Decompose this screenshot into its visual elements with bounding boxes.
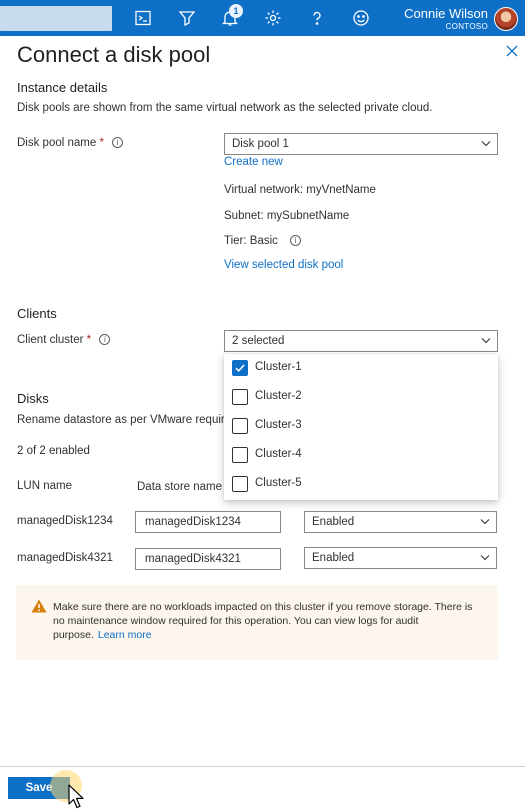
menu-item-label: Cluster-3 bbox=[255, 419, 302, 431]
checkbox[interactable] bbox=[232, 418, 248, 434]
settings-icon[interactable] bbox=[263, 8, 283, 28]
disk-pool-dropdown[interactable]: Disk pool 1 bbox=[224, 133, 498, 155]
client-cluster-selected-value: 2 selected bbox=[232, 335, 285, 347]
checkbox-checked[interactable] bbox=[232, 360, 248, 376]
menu-item-cluster-2[interactable]: Cluster-2 bbox=[224, 383, 498, 412]
help-icon[interactable] bbox=[307, 8, 327, 28]
page-title: Connect a disk pool bbox=[17, 42, 211, 67]
column-header-data-store-name: Data store name bbox=[137, 481, 223, 493]
chevron-down-icon bbox=[480, 555, 490, 561]
required-mark: * bbox=[86, 334, 92, 346]
column-header-lun-name: LUN name bbox=[17, 480, 72, 492]
disk-pool-name-label-text: Disk pool name bbox=[17, 137, 97, 149]
close-icon[interactable] bbox=[505, 44, 519, 58]
info-icon[interactable]: i bbox=[99, 334, 111, 346]
lun-name-cell: managedDisk1234 bbox=[17, 515, 113, 527]
info-icon[interactable]: i bbox=[112, 137, 124, 149]
menu-item-cluster-1[interactable]: Cluster-1 bbox=[224, 354, 498, 383]
menu-item-cluster-5[interactable]: Cluster-5 bbox=[224, 470, 498, 499]
menu-item-label: Cluster-4 bbox=[255, 448, 302, 460]
avatar[interactable] bbox=[494, 7, 518, 31]
instance-details-heading: Instance details bbox=[17, 80, 108, 95]
warning-message-bar: Make sure there are no workloads impacte… bbox=[16, 585, 498, 660]
menu-item-cluster-3[interactable]: Cluster-3 bbox=[224, 412, 498, 441]
tier-info-icon[interactable]: i bbox=[290, 235, 302, 247]
disks-description: Rename datastore as per VMware requir bbox=[17, 414, 225, 426]
datastore-name-input[interactable]: managedDisk1234 bbox=[135, 511, 281, 533]
top-navigation-bar: 1 Connie Wilson CONTOSO bbox=[0, 0, 525, 36]
instance-description: Disk pools are shown from the same virtu… bbox=[17, 102, 433, 114]
client-cluster-menu: Cluster-1 Cluster-2 Cluster-3 Cluster-4 … bbox=[224, 354, 498, 500]
directory-filter-icon[interactable] bbox=[177, 8, 197, 28]
checkbox[interactable] bbox=[232, 447, 248, 463]
view-selected-disk-pool-link[interactable]: View selected disk pool bbox=[224, 259, 343, 271]
status-selected-value: Enabled bbox=[312, 552, 355, 564]
chevron-down-icon bbox=[481, 338, 491, 344]
menu-item-cluster-4[interactable]: Cluster-4 bbox=[224, 441, 498, 470]
search-input[interactable] bbox=[0, 6, 112, 31]
tier-value: Tier: Basic bbox=[224, 235, 278, 247]
warning-text: Make sure there are no workloads impacte… bbox=[53, 600, 473, 642]
tier-text: Tier: Basic i bbox=[224, 235, 302, 247]
client-cluster-dropdown[interactable]: 2 selected bbox=[224, 330, 498, 352]
menu-item-label: Cluster-1 bbox=[255, 361, 302, 373]
status-dropdown[interactable]: Enabled bbox=[304, 547, 497, 569]
client-cluster-label-text: Client cluster bbox=[17, 334, 84, 346]
feedback-icon[interactable] bbox=[351, 8, 371, 28]
create-new-link[interactable]: Create new bbox=[224, 156, 283, 168]
disk-pool-selected-value: Disk pool 1 bbox=[232, 138, 289, 150]
required-mark: * bbox=[99, 137, 104, 149]
user-name[interactable]: Connie Wilson bbox=[404, 6, 488, 21]
disk-pool-name-label: Disk pool name * i bbox=[17, 137, 124, 149]
lun-name-cell: managedDisk4321 bbox=[17, 552, 113, 564]
disks-heading: Disks bbox=[17, 391, 49, 406]
learn-more-link[interactable]: Learn more bbox=[98, 629, 152, 641]
datastore-name-input[interactable]: managedDisk4321 bbox=[135, 548, 281, 570]
menu-item-label: Cluster-5 bbox=[255, 477, 302, 489]
cloud-shell-icon[interactable] bbox=[133, 8, 153, 28]
tenant-name: CONTOSO bbox=[445, 22, 488, 31]
client-cluster-label: Client cluster * i bbox=[17, 334, 111, 346]
warning-icon bbox=[31, 599, 47, 613]
status-selected-value: Enabled bbox=[312, 516, 355, 528]
status-dropdown[interactable]: Enabled bbox=[304, 511, 497, 533]
clients-heading: Clients bbox=[17, 306, 57, 321]
checkmark-icon bbox=[235, 364, 245, 373]
checkbox[interactable] bbox=[232, 389, 248, 405]
chevron-down-icon bbox=[480, 519, 490, 525]
checkbox[interactable] bbox=[232, 476, 248, 492]
chevron-down-icon bbox=[481, 141, 491, 147]
footer-divider bbox=[0, 766, 525, 767]
virtual-network-text: Virtual network: myVnetName bbox=[224, 184, 376, 196]
enabled-count: 2 of 2 enabled bbox=[17, 445, 90, 457]
notification-count-badge: 1 bbox=[229, 4, 243, 18]
menu-item-label: Cluster-2 bbox=[255, 390, 302, 402]
mouse-pointer-icon bbox=[68, 784, 84, 809]
subnet-text: Subnet: mySubnetName bbox=[224, 210, 350, 222]
